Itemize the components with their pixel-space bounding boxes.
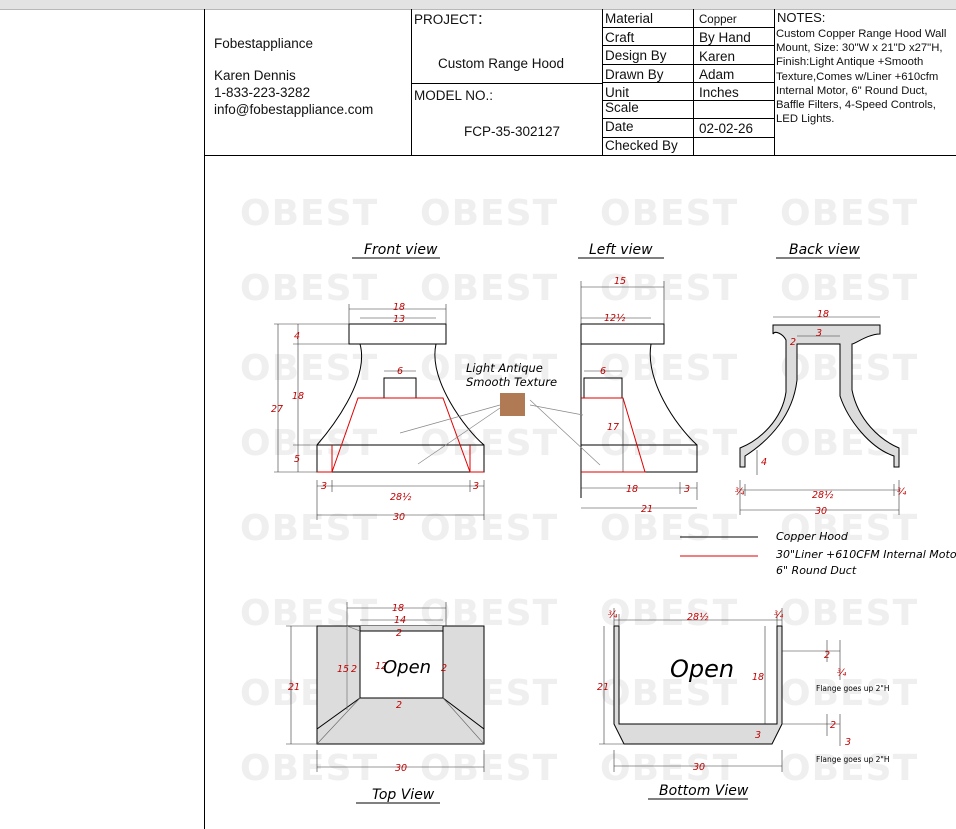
legend-liner-label: 30"Liner +610CFM Internal Motor	[776, 548, 956, 561]
dim-bottom-front: 3	[755, 730, 761, 741]
dim-front-band-height: 5	[294, 454, 300, 465]
finish-label-line2: Smooth Texture	[466, 375, 557, 389]
dim-front-right-inset: 3	[473, 481, 479, 492]
watermark: OBEST	[600, 593, 738, 634]
finish-swatch	[500, 393, 525, 416]
dim-left-inner-depth: 12½	[604, 313, 626, 324]
dim-front-top-width: 18	[393, 302, 405, 313]
dim-bottom-total-width: 30	[693, 762, 705, 773]
dim-left-total-depth: 21	[641, 504, 653, 515]
watermark: OBEST	[240, 348, 378, 389]
watermark: OBEST	[240, 268, 378, 309]
back-view-dims	[739, 316, 900, 515]
watermark: OBEST	[780, 268, 918, 309]
drawing-canvas: OBEST OBEST OBEST OBEST OBEST OBEST OBES…	[240, 193, 956, 804]
front-view-title: Front view	[364, 242, 438, 258]
dim-back-foot-height: 4	[761, 457, 767, 468]
dim-top-total-width: 30	[395, 763, 407, 774]
dim-flange-1-thickness: ¾	[837, 668, 847, 679]
dim-flange-1-height: 2	[824, 650, 830, 661]
dim-top-inner: 14	[394, 615, 406, 626]
dim-left-liner-depth: 18	[626, 484, 638, 495]
bottom-open-label: Open	[670, 655, 734, 683]
dim-back-left-leg: ¾	[735, 487, 745, 498]
bottom-view-title: Bottom View	[659, 783, 749, 799]
watermark: OBEST	[240, 748, 378, 789]
legend-copper-label: Copper Hood	[776, 530, 849, 543]
dim-bottom-right-wall: ¾	[774, 610, 784, 621]
top-open-label: Open	[383, 657, 431, 678]
legend-duct-label: 6" Round Duct	[776, 564, 857, 577]
dim-left-liner-height: 17	[607, 422, 619, 433]
watermark: OBEST	[240, 423, 378, 464]
dim-back-right-leg: ¾	[897, 487, 907, 498]
dim-back-wall: 2	[790, 337, 796, 348]
watermark: OBEST	[420, 268, 558, 309]
dim-front-collar-height: 4	[294, 331, 300, 342]
front-view-dims	[274, 304, 485, 520]
dim-top-left-wall: 2	[351, 664, 357, 675]
dim-back-total-width: 30	[815, 506, 827, 517]
left-view-title: Left view	[589, 242, 653, 258]
dim-front-duct: 6	[397, 366, 403, 377]
dim-top-front-wall: 2	[396, 700, 402, 711]
back-view-title: Back view	[789, 242, 860, 258]
watermark: OBEST	[780, 593, 918, 634]
watermark: OBEST	[780, 193, 918, 234]
dim-back-inner-width: 28½	[812, 490, 834, 501]
watermark: OBEST	[600, 508, 738, 549]
watermark: OBEST	[600, 268, 738, 309]
dim-flange-2-thickness: 3	[845, 737, 851, 748]
left-view-dims	[580, 281, 698, 509]
dim-bottom-inner-width: 28½	[687, 612, 709, 623]
dim-left-inset: 3	[684, 484, 690, 495]
watermark: OBEST	[420, 423, 558, 464]
dim-back-top-width: 18	[817, 309, 829, 320]
dim-front-total-height: 27	[271, 404, 283, 415]
dim-top-right-wall: 2	[441, 663, 447, 674]
dim-bottom-side-depth: 18	[752, 672, 764, 683]
watermark: OBEST	[600, 348, 738, 389]
dim-front-inner-top: 13	[393, 314, 405, 325]
flange-note-1: Flange goes up 2"H	[816, 684, 890, 693]
watermark: OBEST	[420, 193, 558, 234]
dim-left-duct: 6	[600, 366, 606, 377]
dim-front-liner-width: 28½	[390, 492, 412, 503]
dim-top-side-depth: 15	[337, 664, 349, 675]
top-view	[316, 625, 485, 745]
dim-bottom-total-depth: 21	[597, 682, 609, 693]
dim-front-body-height: 18	[292, 391, 304, 402]
dim-bottom-left-wall: ¾	[608, 610, 618, 621]
dim-left-top-depth: 15	[614, 276, 626, 287]
dim-front-total-width: 30	[393, 512, 405, 523]
watermark: OBEST	[420, 748, 558, 789]
watermark: OBEST	[420, 508, 558, 549]
dim-front-left-inset: 3	[321, 481, 327, 492]
watermark: OBEST	[600, 193, 738, 234]
watermark: OBEST	[780, 673, 918, 714]
finish-label-line1: Light Antique	[466, 361, 543, 375]
dim-top-total-depth: 21	[288, 682, 300, 693]
dim-back-collar: 3	[816, 328, 822, 339]
dim-top-collar: 2	[396, 628, 402, 639]
watermark: OBEST	[240, 193, 378, 234]
dim-top-outer: 18	[392, 603, 404, 614]
watermark: OBEST	[600, 423, 738, 464]
dim-flange-2-height: 2	[830, 720, 836, 731]
flange-note-2: Flange goes up 2"H	[816, 755, 890, 764]
watermark: OBEST	[240, 508, 378, 549]
top-view-title: Top View	[372, 787, 435, 803]
